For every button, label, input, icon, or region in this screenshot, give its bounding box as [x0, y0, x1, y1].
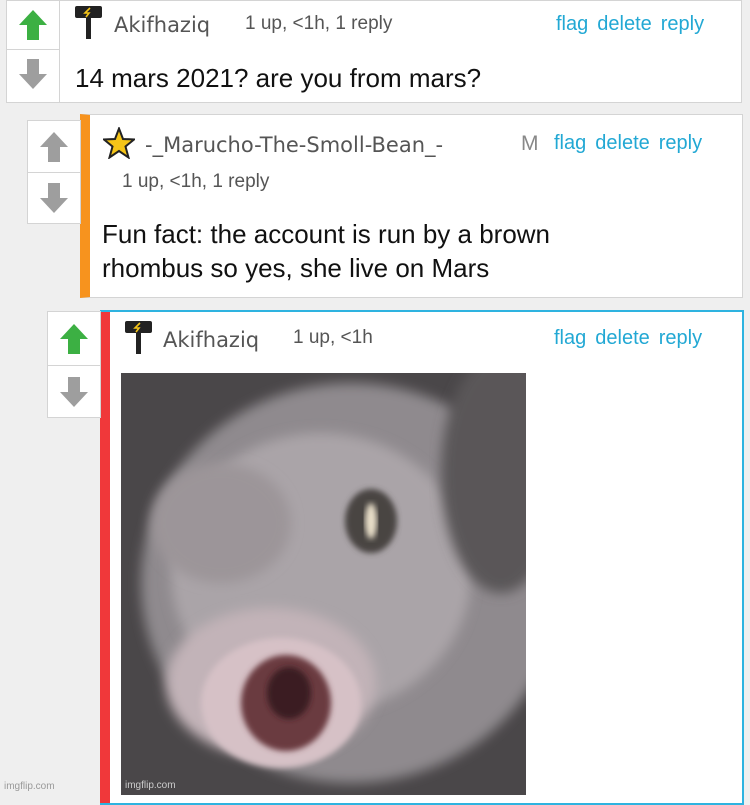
flag-link[interactable]: flag: [554, 327, 586, 350]
comment-actions: flag delete reply: [554, 327, 702, 350]
comment-meta: 1 up, <1h, 1 reply: [122, 171, 270, 192]
comment-actions: flag delete reply: [556, 13, 704, 36]
page-watermark: imgflip.com: [4, 781, 55, 792]
comment-3: Akifhaziq 1 up, <1h flag delete reply im…: [100, 310, 744, 805]
upvote-button[interactable]: [28, 121, 80, 172]
vote-box: [6, 0, 60, 103]
downvote-button[interactable]: [28, 172, 80, 223]
comment-meta: 1 up, <1h: [293, 327, 373, 348]
hammer-flair-icon: [125, 321, 152, 354]
vote-box: [47, 311, 101, 418]
reply-link[interactable]: reply: [661, 13, 704, 36]
hammer-flair-icon: [75, 6, 102, 39]
comment-text: 14 mars 2021? are you from mars?: [75, 63, 482, 93]
upvote-arrow-icon: [40, 131, 68, 162]
downvote-arrow-icon: [40, 183, 68, 213]
delete-link[interactable]: delete: [595, 132, 650, 155]
downvote-button[interactable]: [48, 365, 100, 418]
comment-username[interactable]: Akifhaziq: [163, 328, 259, 352]
comment-text: Fun fact: the account is run by a brown …: [102, 217, 550, 285]
comment-accent-bar: [100, 312, 110, 803]
delete-link[interactable]: delete: [595, 327, 650, 350]
comment-text-line: rhombus so yes, she live on Mars: [102, 253, 490, 283]
downvote-arrow-icon: [19, 58, 47, 89]
flag-link[interactable]: flag: [554, 132, 586, 155]
star-flair-icon: [103, 127, 135, 159]
comment-text-line: Fun fact: the account is run by a brown: [102, 219, 551, 249]
reply-link[interactable]: reply: [659, 327, 702, 350]
delete-link[interactable]: delete: [597, 13, 652, 36]
upvote-arrow-icon: [60, 323, 88, 354]
downvote-arrow-icon: [60, 377, 88, 407]
upvote-arrow-icon: [19, 10, 47, 40]
flag-link[interactable]: flag: [556, 13, 588, 36]
upvote-button[interactable]: [7, 1, 59, 49]
vote-box: [27, 120, 81, 224]
downvote-button[interactable]: [7, 49, 59, 97]
fish-photo: [121, 373, 526, 795]
comment-2: -_Marucho-The-Smoll-Bean_- M flag delete…: [80, 114, 743, 298]
comment-username[interactable]: Akifhaziq: [114, 13, 210, 37]
comment-username[interactable]: -_Marucho-The-Smoll-Bean_-: [145, 133, 443, 157]
comment-image[interactable]: imgflip.com: [121, 373, 526, 795]
comment-1: Akifhaziq 1 up, <1h, 1 reply flag delete…: [6, 0, 742, 103]
comment-meta: 1 up, <1h, 1 reply: [245, 13, 393, 34]
mod-badge: M: [521, 132, 539, 155]
reply-link[interactable]: reply: [659, 132, 702, 155]
comment-actions: flag delete reply: [554, 132, 702, 155]
image-watermark: imgflip.com: [125, 780, 176, 791]
upvote-button[interactable]: [48, 312, 100, 365]
